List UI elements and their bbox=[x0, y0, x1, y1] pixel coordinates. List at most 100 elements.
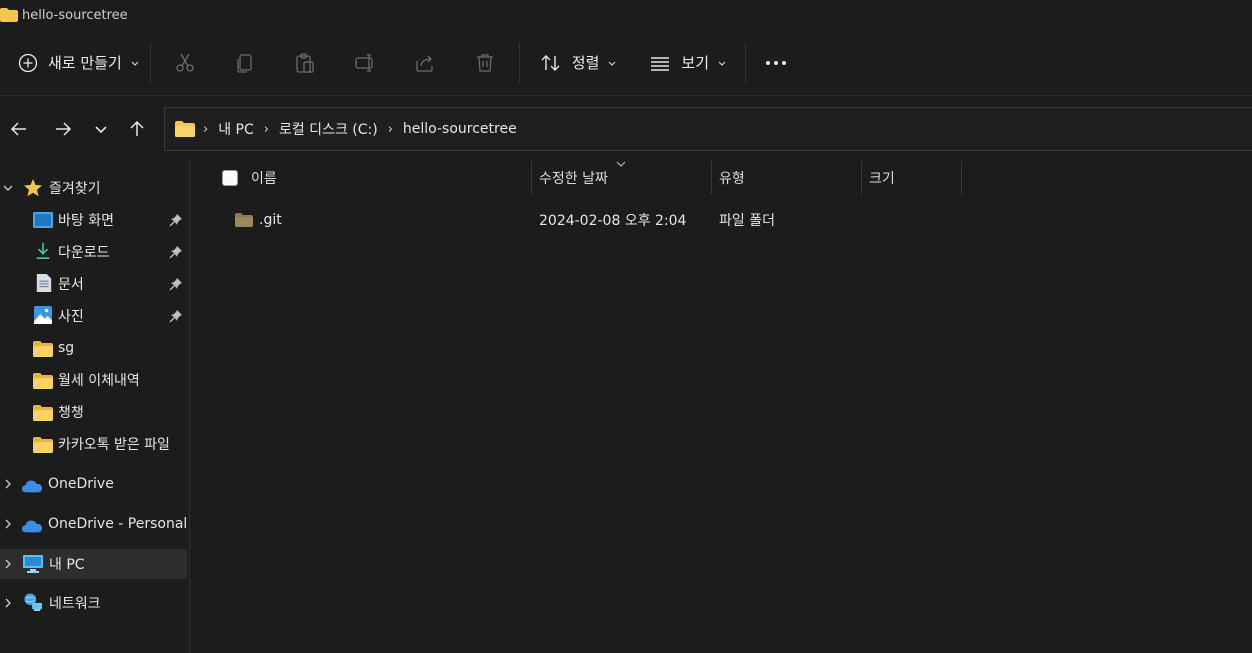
breadcrumb-current-folder[interactable]: hello-sourcetree bbox=[403, 121, 517, 137]
cut-button[interactable] bbox=[155, 43, 215, 83]
select-all-checkbox[interactable] bbox=[222, 170, 238, 186]
toolbar-separator bbox=[518, 42, 520, 83]
paste-icon bbox=[296, 52, 314, 73]
sort-button[interactable]: 정렬 bbox=[528, 45, 630, 81]
pin-icon[interactable] bbox=[169, 213, 183, 227]
chevron-right-icon[interactable] bbox=[2, 518, 14, 530]
sidebar-item-folder[interactable]: 챙챙 bbox=[0, 397, 188, 427]
view-list-icon bbox=[651, 56, 670, 71]
file-modified-cell: 2024-02-08 오후 2:04 bbox=[539, 204, 686, 236]
download-icon bbox=[36, 242, 50, 260]
sidebar-item-label: OneDrive - Personal bbox=[48, 516, 188, 532]
column-divider[interactable] bbox=[531, 161, 532, 194]
arrow-left-icon bbox=[10, 122, 26, 136]
desktop-icon bbox=[33, 212, 53, 228]
sidebar-item-sg[interactable]: sg bbox=[0, 333, 188, 363]
breadcrumb-local-disk[interactable]: 로컬 디스크 (C:) bbox=[279, 119, 378, 139]
column-divider[interactable] bbox=[711, 161, 712, 194]
chevron-right-icon[interactable] bbox=[2, 478, 14, 490]
folder-icon bbox=[33, 437, 53, 453]
chevron-down-icon bbox=[95, 126, 107, 134]
sidebar-item-this-pc[interactable]: 내 PC bbox=[0, 549, 187, 579]
navigation-pane: 즐겨찾기 바탕 화면 다운로드 문서 사진 sg 월세 이체내역 챙챙 카카오톡… bbox=[0, 161, 190, 653]
column-divider[interactable] bbox=[961, 161, 962, 194]
chevron-down-icon bbox=[608, 61, 616, 66]
column-header-size[interactable]: 크기 bbox=[869, 161, 895, 195]
breadcrumb-chevron-icon[interactable]: › bbox=[203, 122, 208, 137]
rename-button[interactable] bbox=[335, 43, 395, 83]
sidebar-item-label: 사진 bbox=[58, 309, 84, 325]
rename-icon bbox=[355, 53, 373, 72]
sidebar-item-label: 월세 이체내역 bbox=[58, 373, 140, 389]
recent-locations-button[interactable] bbox=[85, 114, 117, 144]
more-options-button[interactable] bbox=[746, 43, 806, 83]
column-header-row: 이름 수정한 날짜 유형 크기 bbox=[191, 161, 1252, 195]
breadcrumb-this-pc[interactable]: 내 PC bbox=[218, 119, 254, 139]
column-divider[interactable] bbox=[861, 161, 862, 194]
cut-icon bbox=[176, 53, 194, 72]
folder-icon bbox=[0, 8, 18, 22]
sidebar-item-rent-transfers[interactable]: 월세 이체내역 bbox=[0, 365, 188, 395]
file-type-cell: 파일 폴더 bbox=[719, 204, 775, 236]
pin-icon[interactable] bbox=[169, 309, 183, 323]
folder-icon bbox=[33, 405, 53, 421]
more-icon bbox=[766, 60, 786, 65]
file-name: .git bbox=[259, 212, 282, 228]
sidebar-item-onedrive-personal[interactable]: OneDrive - Personal bbox=[0, 509, 188, 539]
arrow-up-icon bbox=[130, 120, 144, 136]
sidebar-item-label: 챙챙 bbox=[58, 405, 84, 421]
file-list: 이름 수정한 날짜 유형 크기 .git 2024-02-08 오후 2:04 bbox=[191, 161, 1252, 653]
onedrive-icon bbox=[22, 480, 42, 493]
breadcrumb-chevron-icon[interactable]: › bbox=[264, 122, 269, 137]
sidebar-item-quick-access[interactable]: 즐겨찾기 bbox=[0, 173, 188, 203]
view-label: 보기 bbox=[681, 54, 709, 72]
star-icon bbox=[24, 179, 42, 197]
sidebar-item-kakaotalk-files[interactable]: 카카오톡 받은 파일 bbox=[0, 429, 188, 459]
chevron-down-icon bbox=[3, 185, 13, 191]
sidebar-item-onedrive[interactable]: OneDrive bbox=[0, 469, 188, 499]
plus-circle-icon bbox=[18, 53, 38, 72]
copy-button[interactable] bbox=[215, 43, 275, 83]
column-header-label: 유형 bbox=[719, 171, 745, 187]
column-header-date-modified[interactable]: 수정한 날짜 bbox=[539, 161, 608, 195]
network-icon bbox=[24, 593, 42, 611]
delete-button[interactable] bbox=[455, 43, 515, 83]
table-row[interactable]: .git 2024-02-08 오후 2:04 파일 폴더 bbox=[191, 204, 1252, 236]
column-header-label: 수정한 날짜 bbox=[539, 171, 608, 187]
column-header-label: 크기 bbox=[869, 171, 895, 187]
back-button[interactable] bbox=[3, 114, 35, 144]
folder-icon bbox=[33, 341, 53, 357]
copy-icon bbox=[237, 53, 252, 73]
chevron-right-icon[interactable] bbox=[2, 558, 14, 570]
sidebar-item-documents[interactable]: 문서 bbox=[0, 269, 188, 299]
sort-chevron-icon bbox=[616, 161, 626, 167]
folder-icon bbox=[33, 373, 53, 389]
pin-icon[interactable] bbox=[169, 277, 183, 291]
column-header-name[interactable]: 이름 bbox=[251, 161, 277, 195]
sidebar-item-label: OneDrive bbox=[48, 476, 114, 492]
chevron-down-icon bbox=[131, 61, 139, 66]
chevron-down-icon bbox=[718, 61, 726, 66]
command-bar: 새로 만들기 정렬 보기 bbox=[0, 30, 1252, 96]
paste-button[interactable] bbox=[275, 43, 335, 83]
up-button[interactable] bbox=[121, 114, 153, 144]
sidebar-item-pictures[interactable]: 사진 bbox=[0, 301, 188, 331]
forward-button[interactable] bbox=[47, 114, 79, 144]
address-bar[interactable]: › 내 PC › 로컬 디스크 (C:) › hello-sourcetree bbox=[164, 107, 1252, 151]
column-header-type[interactable]: 유형 bbox=[719, 161, 745, 195]
file-modified: 2024-02-08 오후 2:04 bbox=[539, 213, 687, 229]
share-button[interactable] bbox=[395, 43, 455, 83]
sidebar-item-network[interactable]: 네트워크 bbox=[0, 588, 188, 618]
sidebar-item-desktop[interactable]: 바탕 화면 bbox=[0, 205, 188, 235]
sidebar-item-label: 바탕 화면 bbox=[58, 213, 114, 229]
chevron-right-icon[interactable] bbox=[2, 597, 14, 609]
title-bar: hello-sourcetree bbox=[0, 0, 1252, 30]
column-header-label: 이름 bbox=[251, 171, 277, 187]
breadcrumb-chevron-icon[interactable]: › bbox=[388, 122, 393, 137]
new-button[interactable]: 새로 만들기 bbox=[18, 45, 150, 81]
file-name-cell[interactable]: .git bbox=[235, 204, 282, 236]
view-button[interactable]: 보기 bbox=[637, 45, 739, 81]
pin-icon[interactable] bbox=[169, 245, 183, 259]
sidebar-item-downloads[interactable]: 다운로드 bbox=[0, 237, 188, 267]
sidebar-item-label: 네트워크 bbox=[49, 596, 101, 612]
